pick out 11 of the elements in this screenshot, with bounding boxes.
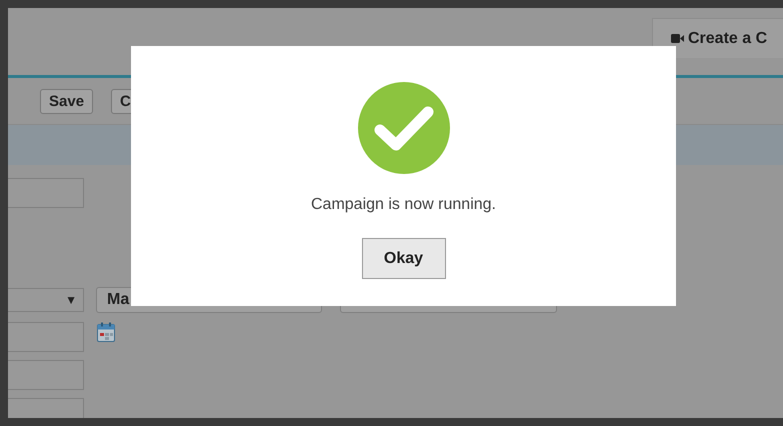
calendar-icon[interactable]	[97, 322, 115, 342]
create-tab[interactable]: Create a C	[652, 18, 783, 58]
check-icon	[358, 82, 450, 174]
okay-button[interactable]: Okay	[362, 238, 446, 279]
input-field[interactable]	[8, 360, 84, 390]
select-field[interactable]: ▼	[8, 288, 84, 312]
dialog-message: Campaign is now running.	[311, 196, 496, 214]
save-button[interactable]: Save	[40, 89, 94, 114]
input-field[interactable]	[8, 322, 84, 352]
video-camera-icon	[671, 34, 684, 43]
input-field[interactable]	[8, 178, 84, 208]
